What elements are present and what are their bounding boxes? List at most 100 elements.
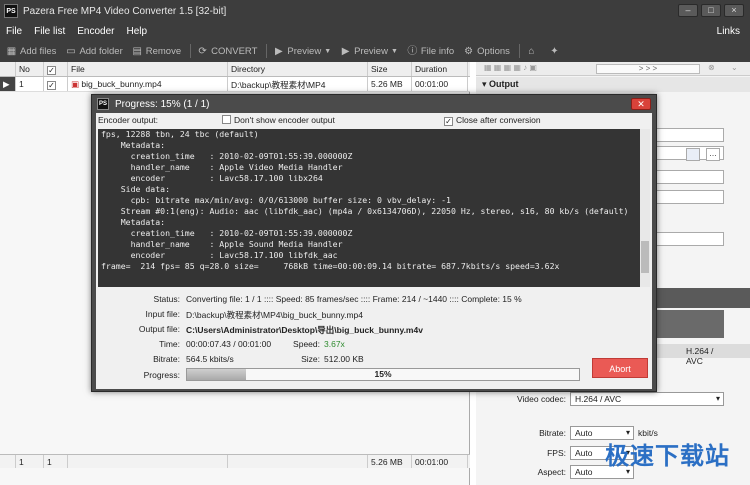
menu-help[interactable]: Help	[121, 26, 154, 37]
app-window: PS Pazera Free MP4 Video Converter 1.5 […	[0, 0, 750, 485]
browse-button[interactable]: …	[706, 148, 720, 161]
row-file-name: big_buck_bunny.mp4	[81, 79, 162, 89]
preview-output-label: Preview	[354, 45, 388, 57]
home-icon: ⌂	[528, 45, 535, 57]
col-size[interactable]: Size	[368, 62, 412, 76]
panel-nav[interactable]: > > >	[596, 64, 700, 74]
video-codec-select[interactable]: H.264 / AVC	[570, 392, 724, 406]
add-folder-button[interactable]: ▭ Add folder	[65, 45, 123, 57]
encoder-console[interactable]: fps, 12288 tbn, 24 tbc (default) Metadat…	[98, 129, 650, 287]
file-info-button[interactable]: ⓘ File info	[407, 46, 454, 57]
row-directory: D:\backup\教程素材\MP4	[228, 77, 368, 91]
bitrate-stat-label: Bitrate:	[153, 354, 180, 364]
console-text: fps, 12288 tbn, 24 tbc (default) Metadat…	[101, 129, 629, 271]
output-file-value: C:\Users\Administrator\Desktop\导出\big_bu…	[186, 325, 423, 335]
info-icon: ⓘ	[407, 45, 418, 57]
col-no[interactable]: No	[16, 62, 44, 76]
menu-file-list[interactable]: File list	[28, 26, 71, 37]
speed-label: Speed:	[293, 339, 320, 349]
input-file-label: Input file:	[145, 309, 181, 319]
dont-show-checkbox[interactable]: Don't show encoder output	[222, 115, 335, 125]
input-file-value: D:\backup\教程素材\MP4\big_buck_bunny.mp4	[186, 310, 364, 320]
bitrate-label: Bitrate:	[539, 428, 566, 438]
dialog-close-button[interactable]: ✕	[631, 98, 651, 110]
remove-label: Remove	[145, 45, 182, 57]
convert-label: CONVERT	[211, 45, 258, 57]
checkbox-checked-icon: ✓	[444, 117, 453, 126]
footer-duration: 00:01:00	[412, 455, 468, 468]
time-label: Time:	[159, 339, 180, 349]
window-title: Pazera Free MP4 Video Converter 1.5 [32-…	[23, 5, 227, 17]
size-value: 512.00 KB	[324, 354, 364, 364]
preview-button[interactable]: ▶ Preview ▼	[273, 46, 331, 57]
add-files-button[interactable]: ▦ Add files	[6, 45, 57, 57]
edit-icon[interactable]	[686, 148, 700, 161]
progress-dialog: PS Progress: 15% (1 / 1) ✕ Encoder outpu…	[91, 94, 657, 392]
options-button[interactable]: ⚙ Options	[463, 46, 510, 57]
row-checkbox[interactable]: ✓	[44, 77, 68, 91]
dialog-logo: PS	[97, 98, 109, 110]
row-file: ▣ big_buck_bunny.mp4	[68, 77, 228, 91]
chevron-down-icon[interactable]: ▼	[391, 48, 398, 55]
file-list-header: No ✓ File Directory Size Duration	[0, 62, 470, 77]
status-label: Status:	[153, 294, 180, 304]
app-logo: PS	[4, 4, 18, 18]
chevron-down-icon[interactable]: ⌄	[731, 63, 738, 72]
abort-button[interactable]: Abort	[592, 358, 648, 378]
progress-text: 15%	[374, 369, 392, 379]
menu-encoder[interactable]: Encoder	[71, 26, 120, 37]
preview-output-button[interactable]: ▶ Preview ▼	[340, 46, 398, 57]
play-icon: ▶	[341, 45, 350, 57]
menu-links[interactable]: Links	[711, 26, 750, 37]
panel-icons[interactable]: ▦ ▦ ▦ ▦ ♪ ▣	[484, 63, 537, 72]
size-label: Size:	[301, 354, 320, 364]
close-icon[interactable]: ⊗	[708, 63, 715, 72]
encoder-output-label: Encoder output:	[98, 115, 159, 125]
status-value: Converting file: 1 / 1 :::: Speed: 85 fr…	[186, 294, 522, 304]
col-directory[interactable]: Directory	[228, 62, 368, 76]
output-file-label: Output file:	[138, 324, 180, 334]
close-button[interactable]: ×	[724, 4, 744, 17]
option-select-3[interactable]	[656, 232, 724, 246]
convert-button[interactable]: ⟳ CONVERT	[197, 46, 257, 57]
menu-file[interactable]: File	[0, 26, 28, 37]
option-select-1[interactable]	[656, 170, 724, 184]
remove-button[interactable]: ▤ Remove	[132, 45, 182, 57]
chevron-down-icon[interactable]: ▼	[324, 48, 331, 55]
pin-icon: ✦	[550, 45, 559, 57]
preview-label: Preview	[287, 45, 322, 57]
add-files-label: Add files	[20, 45, 57, 57]
row-no: 1	[16, 77, 44, 91]
add-files-icon: ▦	[6, 45, 17, 57]
title-bar: PS Pazera Free MP4 Video Converter 1.5 […	[0, 0, 750, 22]
file-icon: ▣	[71, 79, 82, 89]
bitrate-stat-value: 564.5 kbits/s	[186, 354, 234, 364]
dialog-title-bar: PS Progress: 15% (1 / 1) ✕	[92, 95, 656, 113]
format-select[interactable]	[656, 310, 724, 338]
console-scrollbar[interactable]	[640, 129, 650, 287]
minimize-button[interactable]: –	[678, 4, 698, 17]
output-select[interactable]	[656, 128, 724, 142]
footer-size: 5.26 MB	[368, 455, 412, 468]
dialog-body: Encoder output: Don't show encoder outpu…	[96, 113, 652, 389]
output-section-header[interactable]: ▾ Output	[476, 77, 750, 92]
toolbar: ▦ Add files ▭ Add folder ▤ Remove ⟳ CONVERT …	[0, 40, 750, 62]
section-bar	[656, 288, 750, 308]
play-icon: ▶	[275, 45, 283, 57]
row-duration: 00:01:00	[412, 77, 468, 91]
col-duration[interactable]: Duration	[412, 62, 468, 76]
option-select-2[interactable]	[656, 190, 724, 204]
col-file[interactable]: File	[68, 62, 228, 76]
pin-button[interactable]: ✦	[549, 46, 563, 57]
progress-bar: 15%	[186, 368, 580, 381]
watermark: 极速下载站	[605, 443, 730, 470]
table-row[interactable]: ▶ 1 ✓ ▣ big_buck_bunny.mp4 D:\backup\教程素…	[0, 77, 470, 92]
maximize-button[interactable]: □	[701, 4, 721, 17]
close-after-checkbox[interactable]: ✓ Close after conversion	[444, 115, 541, 126]
scrollbar-thumb[interactable]	[641, 241, 649, 273]
home-button[interactable]: ⌂	[526, 46, 540, 57]
col-check[interactable]: ✓	[44, 62, 68, 76]
footer-count: 1	[16, 455, 44, 468]
folder-icon: ▭	[66, 45, 76, 57]
checkbox-icon	[222, 115, 231, 124]
